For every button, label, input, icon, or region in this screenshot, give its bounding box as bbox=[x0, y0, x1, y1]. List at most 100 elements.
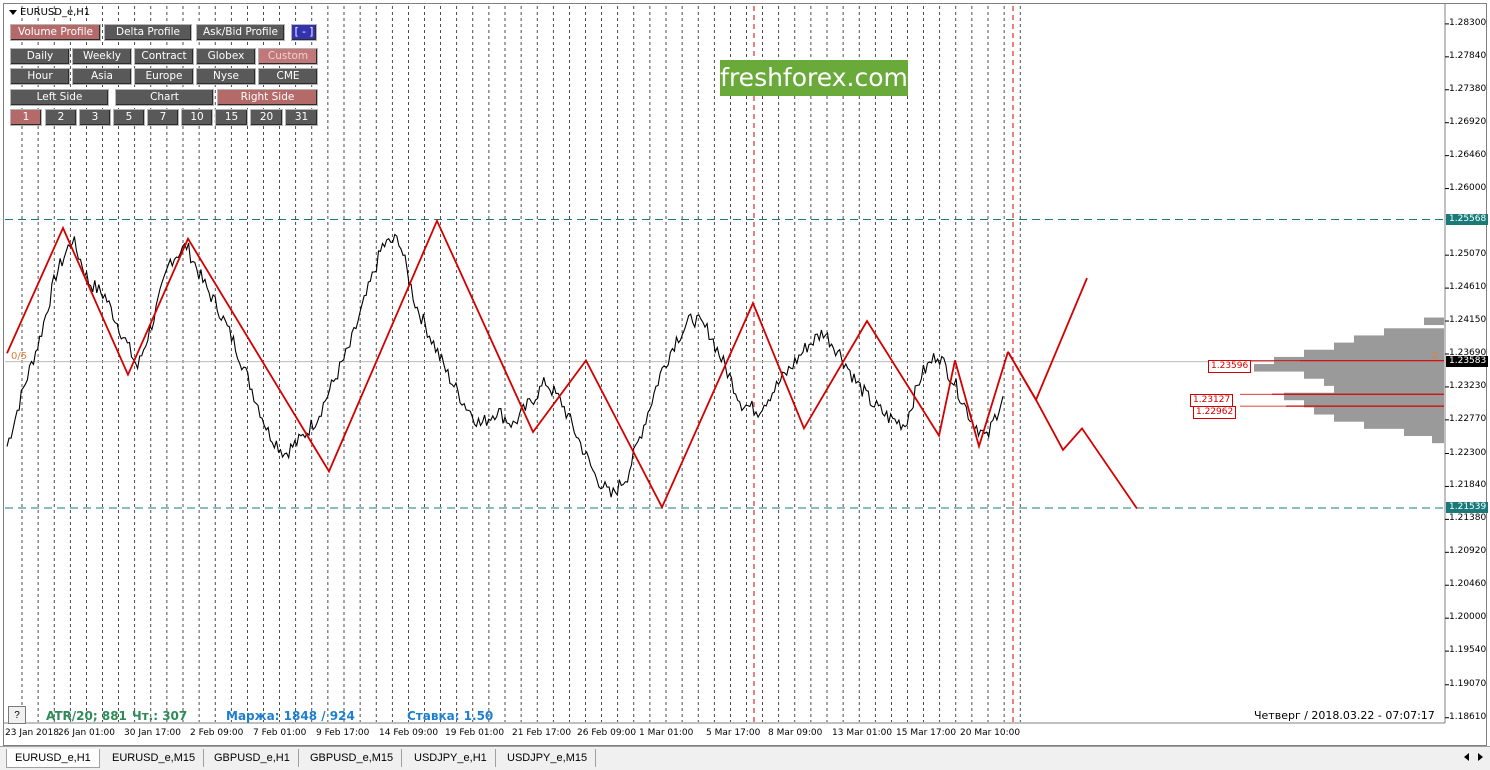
y-tick-label: 1.18610 bbox=[1449, 711, 1487, 722]
x-tick-label: 9 Feb 17:00 bbox=[316, 728, 370, 738]
profile-button-weekly[interactable]: Weekly bbox=[72, 48, 132, 65]
y-tick-label: 1.20920 bbox=[1449, 546, 1487, 557]
y-tick-label: 1.22300 bbox=[1449, 447, 1487, 458]
x-tick-label: 23 Jan 2018 bbox=[5, 728, 59, 738]
volume-profile-bar bbox=[1424, 317, 1444, 326]
y-tick-label: 1.27380 bbox=[1449, 83, 1487, 94]
y-tick-label: 1.27840 bbox=[1449, 50, 1487, 61]
volume-profile-bar bbox=[1334, 385, 1444, 394]
volume-profile-bar bbox=[1314, 407, 1444, 415]
y-tick-label: 1.24610 bbox=[1449, 282, 1487, 293]
left-ratio-label: 0/5 bbox=[11, 351, 28, 362]
y-tick-label: 1.21840 bbox=[1449, 480, 1487, 491]
scroll-left-icon[interactable] bbox=[1464, 753, 1469, 761]
y-tick-label: 1.28300 bbox=[1449, 17, 1487, 28]
profile-button-1[interactable]: 1 bbox=[10, 109, 42, 126]
volume-profile-bar bbox=[1324, 378, 1444, 386]
y-tick-label: 1.25070 bbox=[1449, 249, 1487, 260]
y-tick-label: 1.19540 bbox=[1449, 645, 1487, 656]
zigzag-line bbox=[6, 218, 1009, 510]
volume-profile-bar bbox=[1304, 349, 1444, 358]
profile-button-delta-profile[interactable]: Delta Profile bbox=[104, 24, 192, 41]
symbol-title: EURUSD_e,H1 bbox=[9, 7, 90, 18]
forecast-up-line bbox=[1007, 277, 1088, 402]
x-tick-label: 5 Mar 17:00 bbox=[706, 728, 761, 738]
level-b-price-tag: 1.22962 bbox=[1193, 406, 1237, 419]
price-level-marker: 1.21539 bbox=[1446, 501, 1488, 513]
x-tick-label: 26 Feb 09:00 bbox=[577, 728, 637, 738]
price-level-marker: 1.25568 bbox=[1446, 213, 1488, 225]
profile-button-chart[interactable]: Chart bbox=[115, 89, 214, 106]
profile-button-globex[interactable]: Globex bbox=[196, 48, 256, 65]
x-tick-label: 20 Mar 10:00 bbox=[960, 728, 1021, 738]
server-clock: Четверг / 2018.03.22 - 07:07:17 bbox=[1254, 709, 1435, 722]
atr-indicator: ATR/20; 881 bbox=[46, 709, 127, 723]
x-tick-label: 2 Feb 09:00 bbox=[190, 728, 244, 738]
y-tick-label: 1.19070 bbox=[1449, 678, 1487, 689]
profile-count-label: 2 bbox=[1432, 351, 1439, 362]
profile-button-nyse[interactable]: Nyse bbox=[196, 68, 256, 85]
scroll-right-icon[interactable] bbox=[1478, 753, 1483, 761]
profile-button-europe[interactable]: Europe bbox=[134, 68, 194, 85]
chart-tab[interactable]: GBPUSD_e,M15 bbox=[302, 749, 403, 767]
x-tick-label: 30 Jan 17:00 bbox=[124, 728, 181, 738]
x-tick-label: 14 Feb 09:00 bbox=[379, 728, 439, 738]
x-tick-label: 21 Feb 17:00 bbox=[512, 728, 572, 738]
dropdown-triangle-icon[interactable] bbox=[9, 9, 17, 15]
profile-button-2[interactable]: 2 bbox=[45, 109, 77, 126]
profile-button-daily[interactable]: Daily bbox=[10, 48, 70, 65]
profile-button-contract[interactable]: Contract bbox=[134, 48, 194, 65]
profile-button-left-side[interactable]: Left Side bbox=[10, 89, 109, 106]
y-tick-label: 1.26920 bbox=[1449, 116, 1487, 127]
profile-button-custom[interactable]: Custom bbox=[258, 48, 318, 65]
profile-button-5[interactable]: 5 bbox=[113, 109, 145, 126]
profile-button-3[interactable]: 3 bbox=[79, 109, 111, 126]
poc-price-tag: 1.23596 bbox=[1208, 360, 1252, 373]
volume-profile-bar bbox=[1334, 414, 1444, 422]
y-tick-label: 1.23230 bbox=[1449, 380, 1487, 391]
profile-button-volume-profile[interactable]: Volume Profile bbox=[10, 24, 101, 41]
chart-tab-bar: EURUSD_e,H1 EURUSD_e,M15 GBPUSD_e,H1 GBPUSD… bbox=[0, 746, 1490, 770]
profile-button-hour[interactable]: Hour bbox=[10, 68, 70, 85]
profile-button-15[interactable]: 15 bbox=[215, 109, 248, 126]
profile-button-10[interactable]: 10 bbox=[181, 109, 213, 126]
margin-indicator: Маржа: 1848 / 924 bbox=[226, 709, 355, 723]
profile-button-ask-bid-profile[interactable]: Ask/Bid Profile bbox=[196, 24, 285, 41]
profile-button-cme[interactable]: CME bbox=[258, 68, 318, 85]
y-tick-label: 1.22770 bbox=[1449, 413, 1487, 424]
x-tick-label: 1 Mar 01:00 bbox=[639, 728, 694, 738]
profile-button-20[interactable]: 20 bbox=[250, 109, 283, 126]
y-tick-label: 1.21380 bbox=[1449, 513, 1487, 524]
y-tick-label: 1.24150 bbox=[1449, 315, 1487, 326]
chart-tab[interactable]: USDJPY_e,M15 bbox=[499, 749, 597, 767]
profile-button-right-side[interactable]: Right Side bbox=[217, 89, 318, 106]
freshforex-watermark: freshforex.com bbox=[720, 60, 908, 96]
profile-button-7[interactable]: 7 bbox=[147, 109, 179, 126]
volume-profile-bar bbox=[1432, 435, 1444, 444]
chart-tab[interactable]: EURUSD_e,M15 bbox=[104, 749, 205, 767]
rate-indicator: Ставка: 1.50 bbox=[407, 709, 494, 723]
volume-profile-bar bbox=[1304, 371, 1444, 379]
y-tick-label: 1.26460 bbox=[1449, 149, 1487, 160]
help-button[interactable]: ? bbox=[8, 706, 26, 724]
x-tick-label: 19 Feb 01:00 bbox=[445, 728, 505, 738]
profile-button-asia[interactable]: Asia bbox=[72, 68, 132, 85]
count-indicator: Чт.: 307 bbox=[132, 709, 188, 723]
y-tick-label: 1.20460 bbox=[1449, 579, 1487, 590]
symbol-title-text: EURUSD_e,H1 bbox=[20, 7, 91, 18]
chart-tab[interactable]: GBPUSD_e,H1 bbox=[206, 749, 299, 767]
volume-profile-bar bbox=[1354, 335, 1444, 343]
profile-button-31[interactable]: 31 bbox=[285, 109, 318, 126]
x-tick-label: 8 Mar 09:00 bbox=[768, 728, 823, 738]
x-tick-label: 15 Mar 17:00 bbox=[896, 728, 957, 738]
chart-tab[interactable]: USDJPY_e,H1 bbox=[406, 749, 496, 767]
x-tick-label: 26 Jan 01:00 bbox=[58, 728, 115, 738]
volume-profile-bar bbox=[1384, 328, 1444, 336]
chart-tab[interactable]: EURUSD_e,H1 bbox=[6, 749, 100, 768]
y-tick-label: 1.26000 bbox=[1449, 182, 1487, 193]
volume-profile-bar bbox=[1364, 421, 1444, 429]
x-tick-label: 7 Feb 01:00 bbox=[253, 728, 307, 738]
volume-profile-bar bbox=[1404, 428, 1444, 437]
profile-button-[interactable]: [ - ] bbox=[291, 24, 317, 41]
x-tick-label: 13 Mar 01:00 bbox=[832, 728, 893, 738]
